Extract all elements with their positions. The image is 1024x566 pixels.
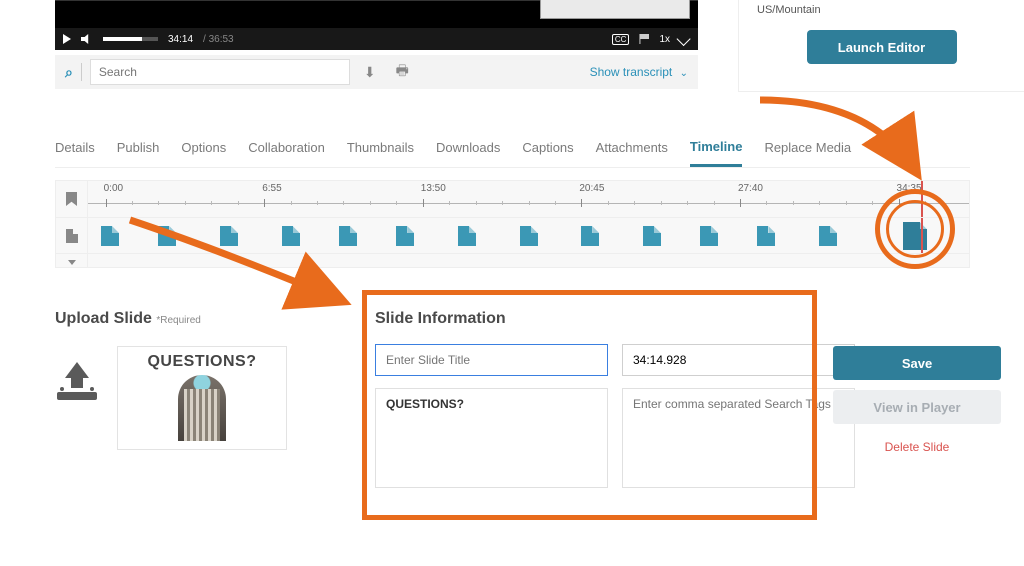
tab-downloads[interactable]: Downloads [436, 140, 500, 165]
timeline-slide-marker[interactable] [757, 226, 775, 246]
play-icon[interactable] [63, 34, 71, 44]
preview-text: QUESTIONS? [147, 353, 256, 371]
timeline-tick-label: 20:45 [579, 183, 604, 194]
search-input[interactable] [90, 59, 350, 85]
slide-information-section: Slide Information ▲▼ [375, 310, 855, 488]
slide-tags-input[interactable] [622, 388, 855, 488]
bookmark-track-icon[interactable] [56, 181, 88, 217]
video-controls: 34:14 / 36:53 CC 1x [55, 28, 698, 50]
volume-slider[interactable] [103, 37, 158, 41]
delete-slide-link[interactable]: Delete Slide [833, 440, 1001, 454]
slide-track-icon[interactable] [56, 218, 88, 253]
timeline-slide-marker[interactable] [339, 226, 357, 246]
slide-time-input[interactable] [622, 344, 855, 376]
cc-icon[interactable]: CC [612, 34, 630, 45]
tab-thumbnails[interactable]: Thumbnails [347, 140, 414, 165]
required-label: *Required [156, 315, 200, 326]
tab-collaboration[interactable]: Collaboration [248, 140, 325, 165]
timeline-slide-marker[interactable] [903, 226, 921, 246]
view-in-player-button[interactable]: View in Player [833, 390, 1001, 424]
video-player: 34:14 / 36:53 CC 1x [55, 0, 698, 50]
search-bar: ⌕ ⬇ 🖶 Show transcript ⌄ [55, 55, 698, 89]
video-pip-thumb [540, 0, 690, 19]
timeline-tick-label: 34:35 [897, 183, 922, 194]
tab-details[interactable]: Details [55, 140, 95, 165]
tab-timeline[interactable]: Timeline [690, 139, 743, 167]
playhead[interactable] [921, 218, 923, 253]
timeline-slides-track[interactable] [88, 218, 969, 253]
preview-image [178, 375, 226, 441]
tab-captions[interactable]: Captions [522, 140, 573, 165]
download-icon[interactable]: ⬇ [358, 64, 382, 81]
slide-actions: Save View in Player Delete Slide [833, 346, 1001, 454]
upload-slide-section: Upload Slide *Required QUESTIONS? [55, 310, 355, 450]
timeline-slide-marker[interactable] [282, 226, 300, 246]
playhead[interactable] [921, 181, 923, 217]
timeline-slide-marker[interactable] [220, 226, 238, 246]
timeline-tick-label: 0:00 [104, 183, 123, 194]
timeline-slide-marker[interactable] [158, 226, 176, 246]
current-time: 34:14 [168, 34, 193, 45]
speed-label[interactable]: 1x [659, 34, 670, 45]
timeline-slide-marker[interactable] [819, 226, 837, 246]
tab-options[interactable]: Options [181, 140, 226, 165]
separator [81, 63, 82, 81]
timeline-slide-marker[interactable] [700, 226, 718, 246]
chevron-down-icon: ⌄ [680, 68, 688, 79]
volume-icon[interactable] [81, 34, 93, 44]
upload-heading-text: Upload Slide [55, 310, 152, 327]
flag-icon[interactable] [639, 34, 649, 44]
print-icon[interactable]: 🖶 [390, 60, 415, 84]
timeline-panel: 0:00 6:55 13:50 20:45 27:40 34:35 [55, 180, 970, 268]
tab-attachments[interactable]: Attachments [596, 140, 668, 165]
save-button[interactable]: Save [833, 346, 1001, 380]
slide-info-heading: Slide Information [375, 310, 855, 328]
media-side-panel: US/Mountain Launch Editor [738, 0, 1024, 92]
tab-replace-media[interactable]: Replace Media [764, 140, 851, 165]
slide-preview[interactable]: QUESTIONS? [117, 346, 287, 450]
tab-publish[interactable]: Publish [117, 140, 160, 165]
timeline-slide-marker[interactable] [581, 226, 599, 246]
timeline-slide-marker[interactable] [101, 226, 119, 246]
timeline-slide-marker[interactable] [458, 226, 476, 246]
upload-slide-heading: Upload Slide *Required [55, 310, 355, 328]
fullscreen-icon[interactable] [677, 32, 691, 46]
search-icon[interactable]: ⌕ [65, 64, 73, 81]
media-tabs: Details Publish Options Collaboration Thumbn… [55, 138, 970, 168]
slide-title-input[interactable] [375, 344, 608, 376]
timeline-slide-marker[interactable] [396, 226, 414, 246]
show-transcript-link[interactable]: Show transcript ⌄ [590, 65, 688, 79]
timeline-tick-label: 13:50 [421, 183, 446, 194]
timeline-ruler[interactable]: 0:00 6:55 13:50 20:45 27:40 34:35 [88, 181, 969, 217]
timeline-tick-label: 6:55 [262, 183, 281, 194]
timeline-tick-label: 27:40 [738, 183, 763, 194]
timeline-slide-marker[interactable] [520, 226, 538, 246]
video-screen [55, 0, 698, 28]
launch-editor-button[interactable]: Launch Editor [807, 30, 957, 64]
track-expand-icon[interactable] [56, 254, 88, 268]
show-transcript-label: Show transcript [590, 65, 673, 79]
duration: / 36:53 [203, 34, 234, 45]
timezone-label: US/Mountain [757, 0, 1006, 24]
timeline-slide-marker[interactable] [643, 226, 661, 246]
slide-description-input[interactable] [375, 388, 608, 488]
upload-icon[interactable] [55, 362, 99, 400]
